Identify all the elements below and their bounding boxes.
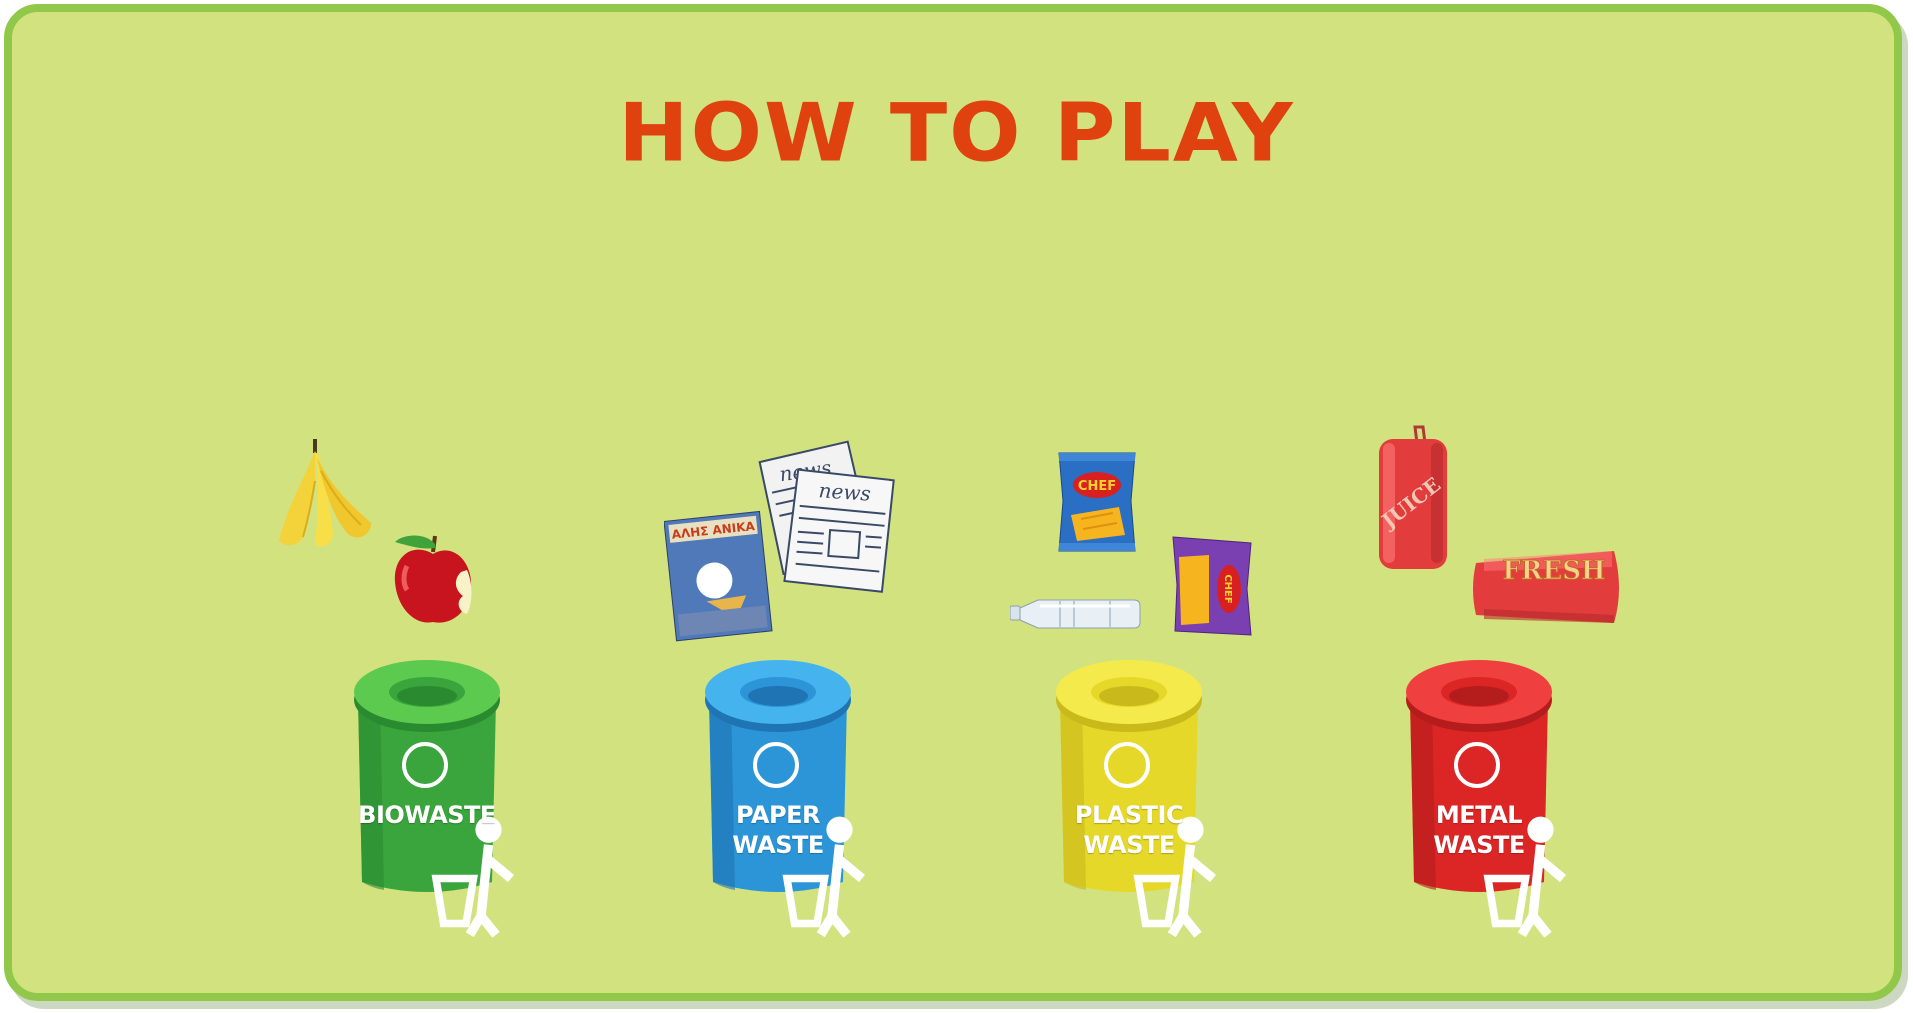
svg-text:CHEF: CHEF	[1078, 479, 1116, 494]
trash-symbol-icon	[402, 742, 515, 938]
bin-label: PLASTIC WASTE	[1074, 801, 1184, 859]
apple-core-icon[interactable]	[389, 530, 479, 630]
trash-symbol-icon	[753, 742, 866, 938]
juice-can-icon[interactable]: JUICE	[1375, 425, 1451, 575]
soda-can-icon[interactable]: FRESH	[1464, 543, 1624, 638]
metal-waste-bin: METAL WASTE	[1404, 650, 1567, 938]
svg-text:news: news	[818, 478, 872, 506]
chips-bag-icon[interactable]: CHEF	[1055, 449, 1140, 555]
svg-text:FRESH: FRESH	[1502, 556, 1605, 586]
plastic-bottle-icon[interactable]	[1010, 590, 1142, 638]
paper-waste-bin: PAPER WASTE	[703, 650, 866, 938]
newspaper-icon[interactable]: news news	[754, 437, 904, 602]
bin-label: BIOWASTE	[358, 801, 496, 829]
bin-label: METAL WASTE	[1433, 801, 1525, 859]
banana-peel-icon[interactable]	[275, 437, 375, 557]
page-title: HOW TO PLAY	[618, 86, 1295, 180]
bin-label: PAPER WASTE	[732, 801, 824, 859]
svg-text:CHEF: CHEF	[1222, 574, 1233, 603]
chips-bag-icon[interactable]: CHEF	[1169, 533, 1255, 639]
trash-symbol-icon	[1454, 742, 1567, 938]
plastic-waste-bin: PLASTIC WASTE	[1054, 650, 1217, 938]
trash-symbol-icon	[1104, 742, 1217, 938]
biowaste-bin: BIOWASTE	[352, 650, 515, 938]
